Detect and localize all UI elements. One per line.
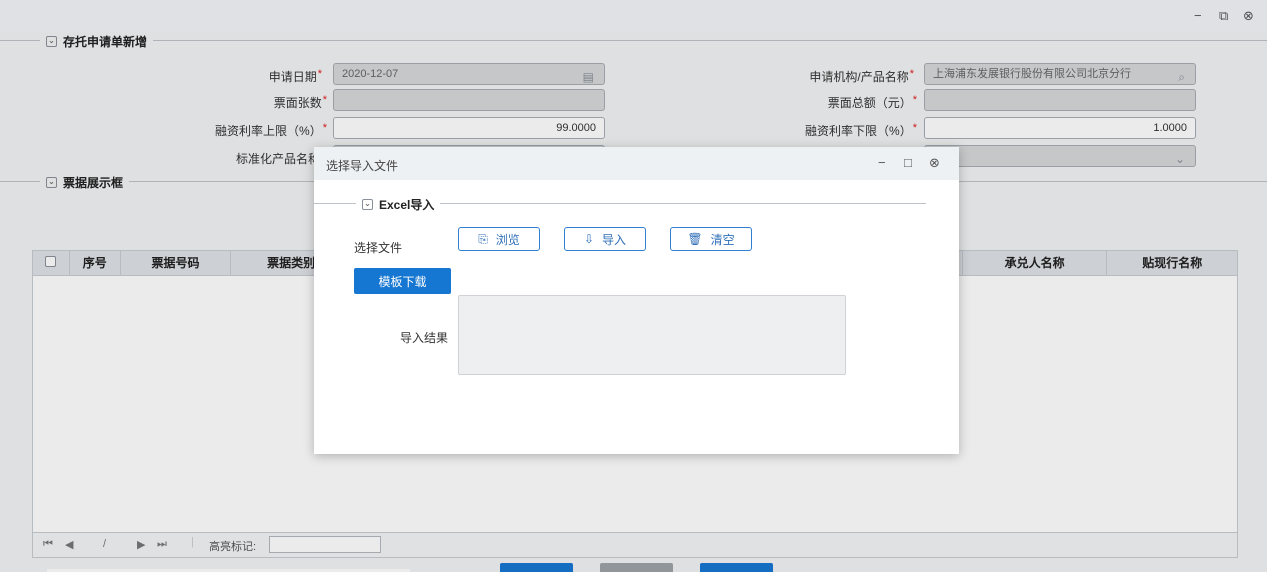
dialog-title: 选择导入文件 [326, 159, 399, 173]
trash-icon: 🗑 [687, 232, 703, 246]
template-download-button[interactable]: 模板下载 [354, 268, 451, 294]
dialog-maximize-icon[interactable]: □ [904, 155, 912, 170]
collapse-icon[interactable]: ⌄ [362, 199, 373, 210]
dialog-minimize-icon[interactable]: − [878, 155, 886, 170]
excel-section-header[interactable]: ⌄ Excel导入 [356, 196, 441, 213]
dialog-close-icon[interactable]: ⊗ [929, 155, 940, 171]
dialog-titlebar: 选择导入文件 − □ ⊗ [314, 147, 959, 180]
clear-button[interactable]: 🗑 清空 [670, 227, 752, 251]
excel-section-title: Excel导入 [379, 198, 435, 212]
file-label: 选择文件 [354, 241, 403, 255]
browse-button[interactable]: ⎘ 浏览 [458, 227, 540, 251]
import-dialog: 选择导入文件 − □ ⊗ ⌄ Excel导入 选择文件 ⎘ 浏览 ⇩ 导入 🗑 … [314, 147, 959, 454]
browse-icon: ⎘ [478, 231, 488, 246]
import-button[interactable]: ⇩ 导入 [564, 227, 646, 251]
result-label: 导入结果 [400, 331, 449, 345]
import-result-box[interactable] [458, 295, 846, 375]
import-icon: ⇩ [583, 232, 595, 246]
